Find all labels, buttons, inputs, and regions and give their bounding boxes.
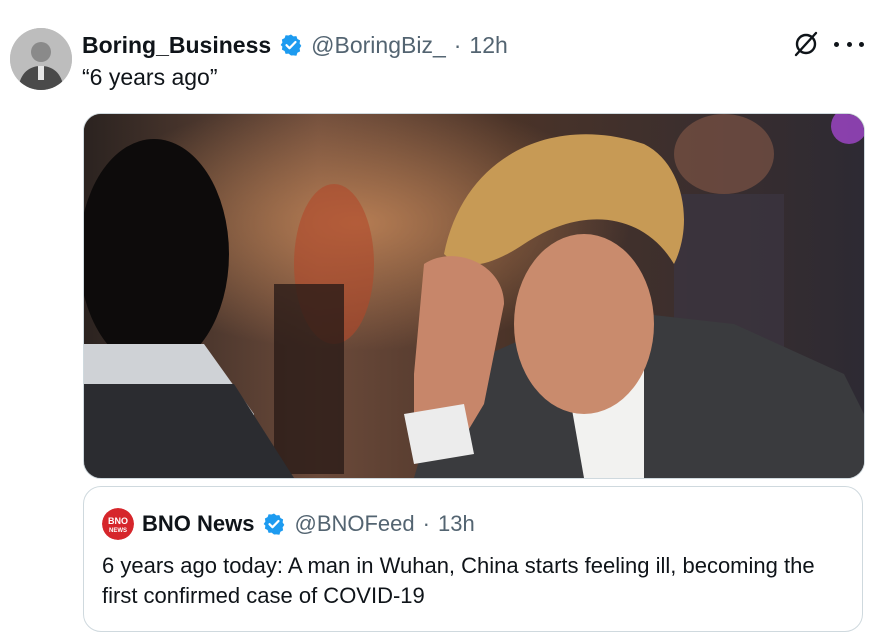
tweet-header: Boring_Business @BoringBiz_ · 12h [82,28,508,62]
verified-badge-icon [264,513,285,535]
quoted-tweet-text: 6 years ago today: A man in Wuhan, China… [102,553,815,608]
more-options-icon[interactable] [834,30,864,58]
tweet-text: “6 years ago” [82,64,218,90]
quoted-tweet-header: BNO NEWS BNO News @BNOFeed · 13h [102,507,475,541]
avatar-image [10,28,72,90]
quoted-author-handle[interactable]: @BNOFeed [294,511,414,537]
author-name[interactable]: Boring_Business [82,32,271,59]
quoted-tweet[interactable]: BNO NEWS BNO News @BNOFeed · 13h 6 years… [83,486,863,632]
logo-text-bottom: NEWS [109,528,127,534]
tweet-media-image[interactable] [83,113,865,479]
author-avatar[interactable] [10,28,72,90]
quoted-author-name[interactable]: BNO News [142,511,254,537]
author-handle[interactable]: @BoringBiz_ [311,32,446,59]
quoted-tweet-timestamp[interactable]: 13h [438,511,475,537]
tweet-timestamp[interactable]: 12h [469,32,507,59]
man-holding-head-photo [84,114,864,478]
separator-dot: · [422,511,430,536]
separator-dot: · [453,31,462,58]
verified-badge-icon [280,34,302,56]
grok-icon[interactable] [792,30,820,58]
logo-text-top: BNO [108,516,128,526]
bno-news-logo[interactable]: BNO NEWS [102,508,134,540]
